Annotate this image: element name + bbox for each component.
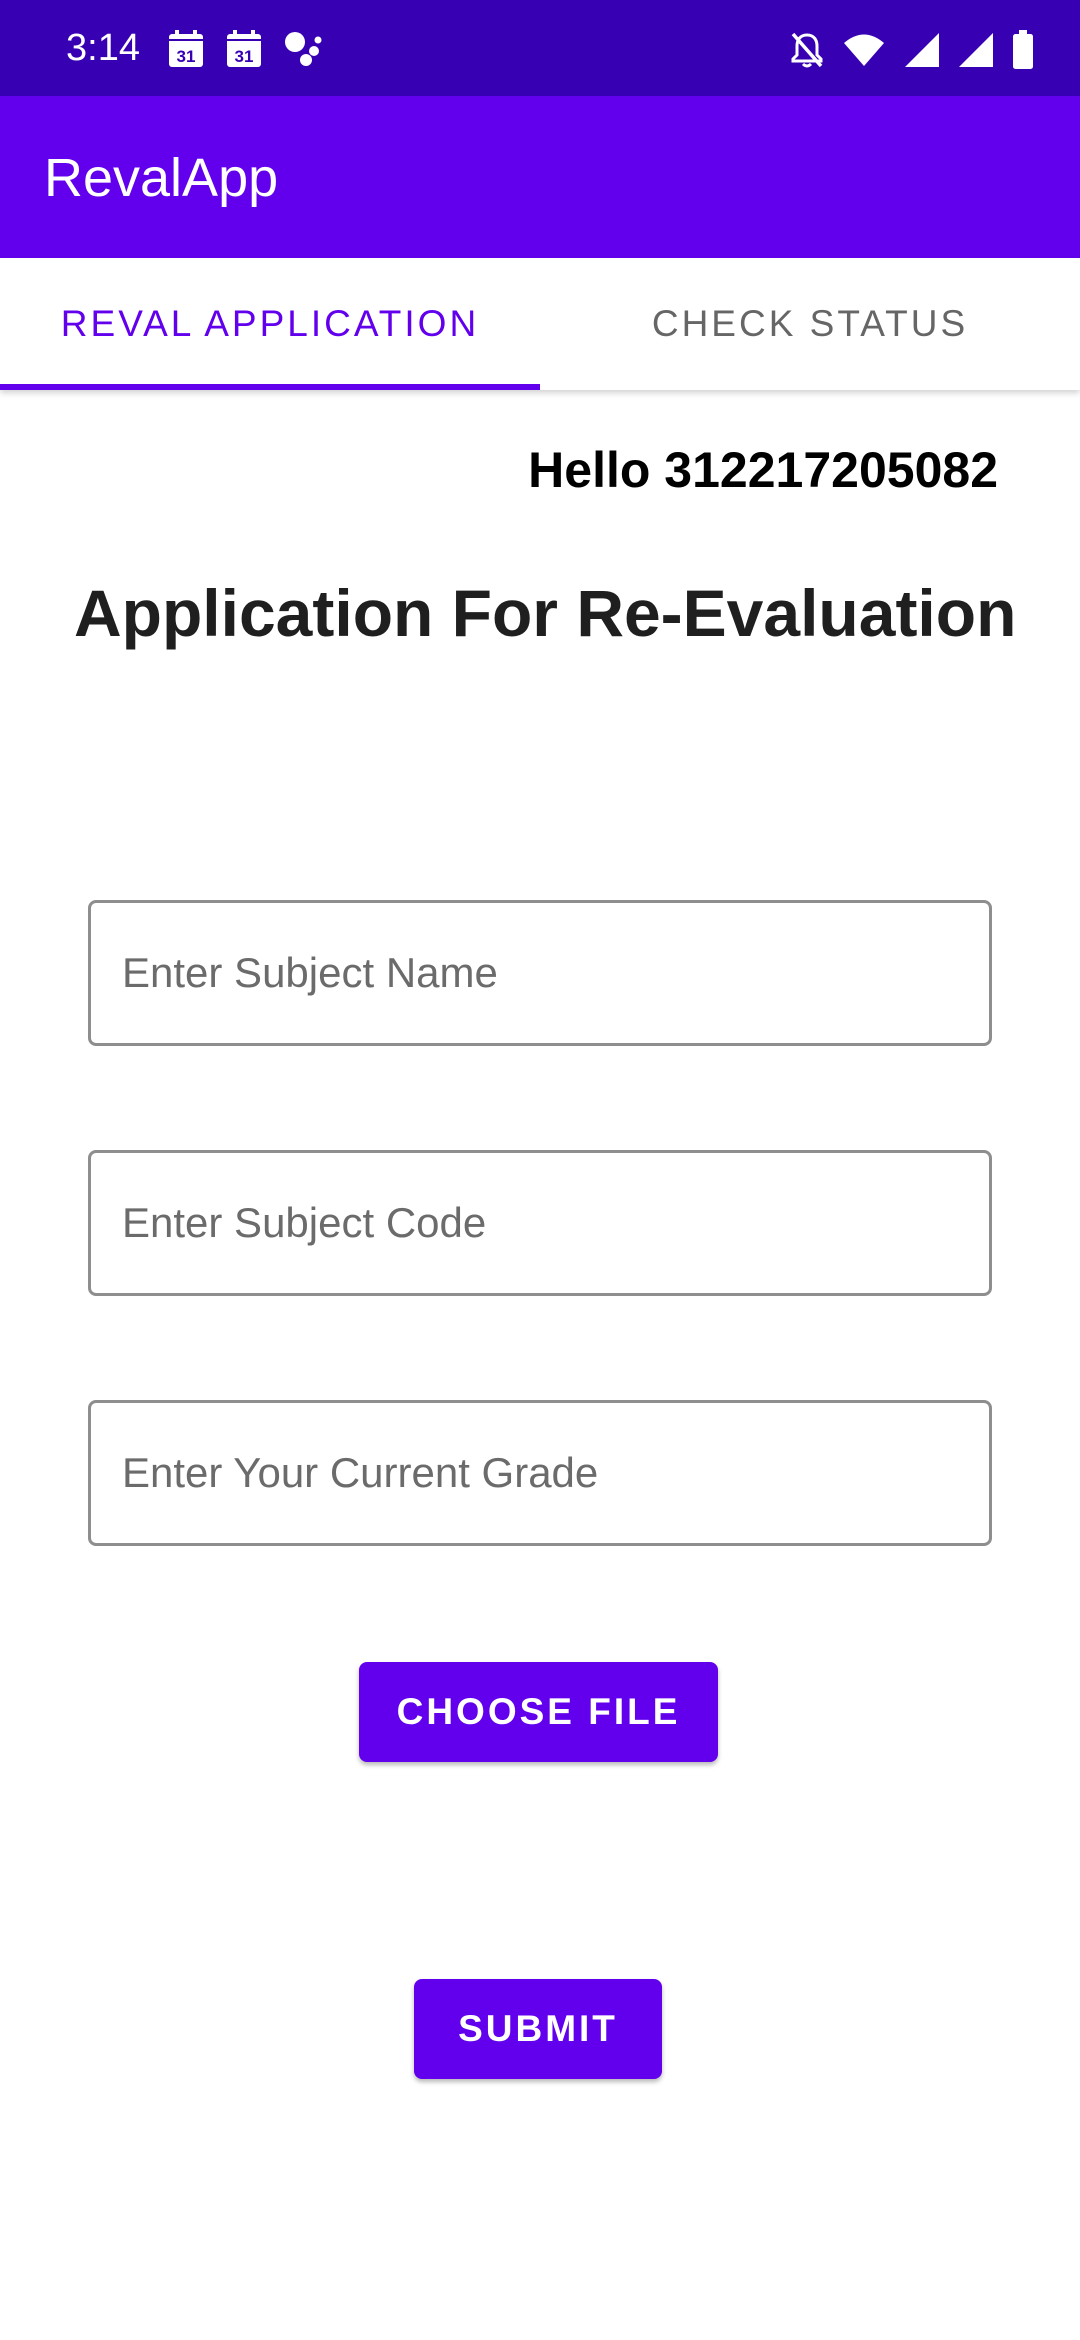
page-title: Application For Re-Evaluation — [74, 576, 1017, 650]
status-left-icons: 31 31 — [168, 28, 324, 70]
wifi-icon — [844, 34, 884, 66]
current-grade-input[interactable] — [88, 1400, 992, 1546]
choose-file-button[interactable]: CHOOSE FILE — [359, 1662, 718, 1762]
tab-label: CHECK STATUS — [651, 303, 969, 344]
calendar-day-label: 31 — [177, 47, 196, 66]
status-time: 3:14 — [66, 27, 140, 69]
greeting-text: Hello 312217205082 — [528, 442, 998, 498]
battery-icon — [1013, 30, 1033, 69]
subject-code-input[interactable] — [88, 1150, 992, 1296]
tab-check-status[interactable]: CHECK STATUS — [540, 258, 1080, 390]
signal-icon — [905, 33, 939, 67]
status-right-icons — [790, 28, 1034, 72]
submit-button[interactable]: SUBMIT — [414, 1979, 662, 2079]
calendar-day-label: 31 — [235, 47, 254, 66]
notifications-off-icon — [791, 32, 823, 68]
status-bar: 3:14 31 31 — [0, 0, 1080, 96]
app-title: RevalApp — [44, 148, 279, 208]
app-bar: RevalApp — [0, 96, 1080, 258]
calendar-icon: 31 — [169, 30, 203, 67]
tab-reval-application[interactable]: REVAL APPLICATION — [0, 258, 540, 390]
subject-name-input[interactable] — [88, 900, 992, 1046]
assistant-icon — [285, 32, 322, 66]
tab-indicator — [0, 384, 540, 390]
tab-bar: REVAL APPLICATION CHECK STATUS — [0, 258, 1080, 390]
tab-label: REVAL APPLICATION — [60, 303, 480, 344]
calendar-icon: 31 — [227, 30, 261, 67]
signal-icon — [959, 33, 993, 67]
